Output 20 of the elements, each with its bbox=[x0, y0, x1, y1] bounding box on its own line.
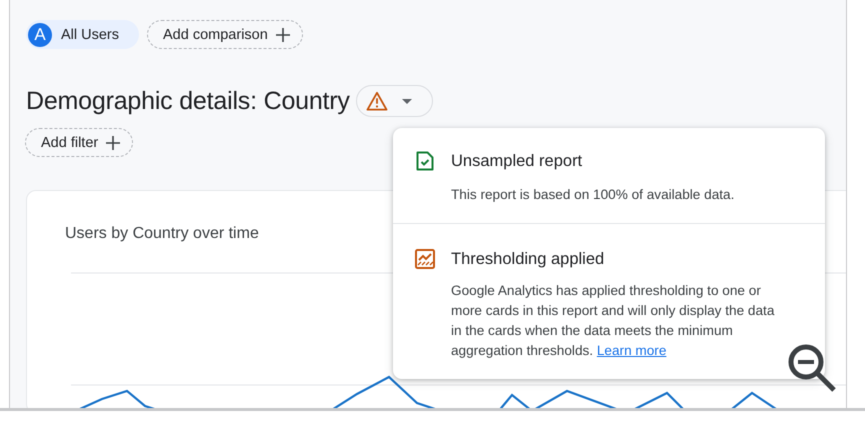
avatar-icon: A bbox=[28, 22, 52, 46]
document-check-icon bbox=[415, 151, 435, 171]
learn-more-link[interactable]: Learn more bbox=[596, 343, 666, 358]
segment-label: All Users bbox=[61, 26, 120, 42]
status-dropdown-button[interactable] bbox=[356, 85, 433, 117]
chart-warning-icon bbox=[415, 249, 435, 269]
add-comparison-button[interactable]: Add comparison bbox=[147, 20, 303, 49]
zoom-out-icon[interactable] bbox=[786, 342, 838, 394]
section-description: This report is based on 100% of available data. bbox=[451, 186, 736, 204]
warning-icon bbox=[366, 91, 388, 111]
caret-icon bbox=[402, 98, 412, 104]
section-title: Thresholding applied bbox=[451, 250, 604, 268]
add-filter-button[interactable]: Add filter bbox=[25, 128, 134, 157]
section-description: Google Analytics has applied thresholding to one or more cards in this report and will only display the data in the cards when the data meets the minimum aggregation thresholds. Learn more bbox=[451, 282, 776, 360]
section-title: Unsampled report bbox=[451, 152, 582, 170]
plus-icon bbox=[276, 28, 290, 42]
chart-title: Users by Country over time bbox=[65, 225, 259, 243]
page-title: Demographic details: Country bbox=[26, 86, 350, 116]
plus-icon bbox=[106, 136, 120, 150]
segment-chip[interactable]: A All Users bbox=[26, 20, 140, 49]
